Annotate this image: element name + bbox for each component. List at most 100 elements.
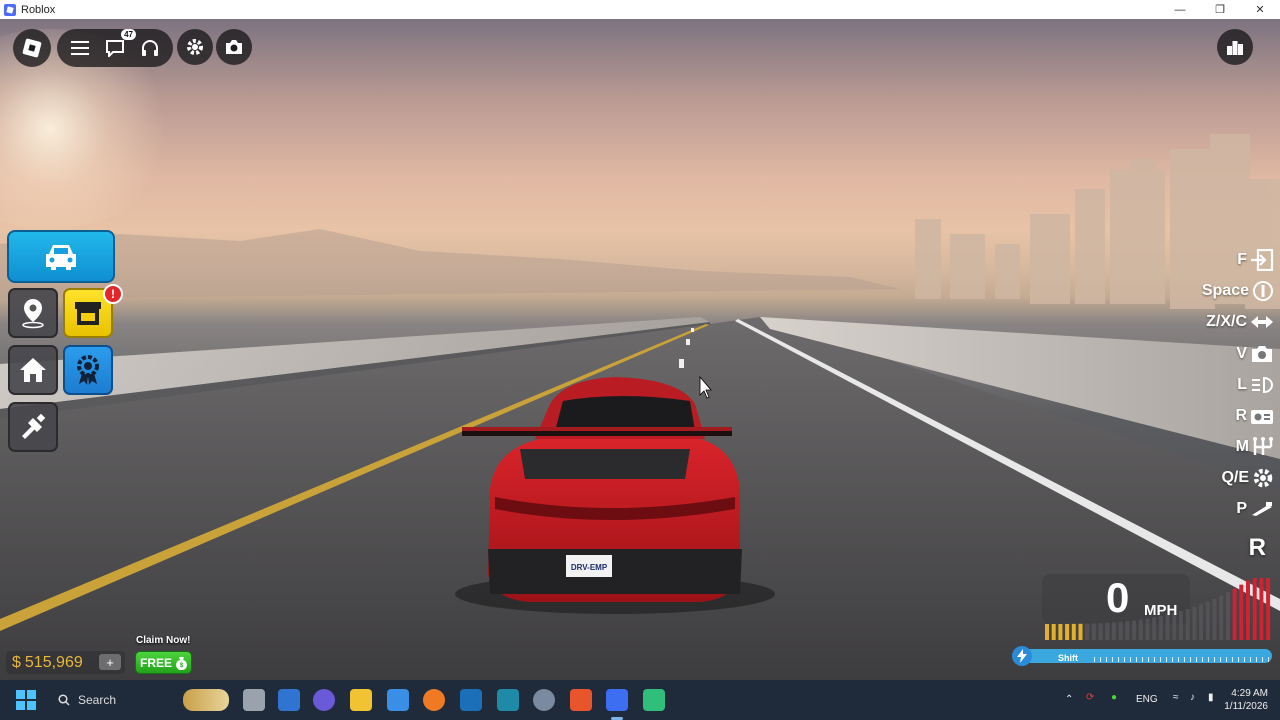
- keyhint-radio: R: [1235, 404, 1274, 428]
- radio-icon: [1251, 410, 1273, 424]
- rpm-bar: [1212, 598, 1217, 640]
- window-controls: — ❐ ✕: [1160, 0, 1280, 19]
- sync-icon[interactable]: ⟳: [1086, 692, 1094, 703]
- chevron-up-icon[interactable]: ⌃: [1065, 694, 1073, 705]
- rewards-badge-icon: [77, 355, 99, 385]
- add-cash-button[interactable]: +: [99, 654, 121, 670]
- window-title: Roblox: [21, 3, 56, 16]
- rpm-bar: [1051, 623, 1056, 640]
- leaderboard-button[interactable]: [1217, 29, 1253, 65]
- rpm-bar: [1058, 623, 1063, 640]
- clock-time: 4:29 AM: [1231, 688, 1268, 699]
- keyhint-key: M: [1235, 438, 1249, 455]
- cash-display: $ 515,969 +: [6, 651, 125, 674]
- rpm-bar: [1105, 622, 1110, 640]
- minimize-icon[interactable]: —: [1160, 0, 1200, 19]
- roblox-menu-button[interactable]: [13, 29, 51, 67]
- close-icon[interactable]: ✕: [1240, 0, 1280, 19]
- roblox-icon[interactable]: [606, 689, 628, 711]
- speed-value: 0: [1106, 574, 1130, 621]
- firefox-icon[interactable]: [423, 689, 445, 711]
- location-button[interactable]: [8, 288, 58, 338]
- rpm-bar: [1071, 623, 1076, 640]
- rpm-bar: [1112, 622, 1116, 640]
- customize-button[interactable]: [8, 402, 58, 452]
- top-menu-pill: 47: [57, 29, 173, 67]
- free-label: FREE: [140, 655, 173, 670]
- handbrake-icon: [1252, 502, 1272, 516]
- app-book-icon[interactable]: [497, 689, 519, 711]
- brake-icon: [1253, 281, 1273, 301]
- rpm-bar: [1085, 623, 1090, 640]
- rpm-bar: [1118, 621, 1123, 640]
- windows-start-icon[interactable]: [16, 690, 36, 710]
- screenshot-button[interactable]: [216, 29, 252, 65]
- game-viewport[interactable]: DRV-EMP 47 ! F Space Z/X/C V L R M Q/E P…: [0, 19, 1280, 680]
- rpm-bar: [1065, 623, 1070, 640]
- shop-button[interactable]: !: [63, 284, 123, 338]
- clock-date: 1/11/2026: [1224, 701, 1268, 712]
- speed-unit: MPH: [1144, 602, 1178, 619]
- boost-bar: Shift: [1012, 646, 1272, 666]
- taskbar-search[interactable]: Search: [48, 686, 168, 714]
- settings-gear-icon[interactable]: [533, 689, 555, 711]
- rpm-bar: [1158, 616, 1163, 640]
- settings-button[interactable]: [177, 29, 213, 65]
- free-claim-button[interactable]: FREE $: [135, 651, 192, 674]
- microsoft-store-icon[interactable]: [387, 689, 409, 711]
- hamburger-menu-icon[interactable]: [67, 35, 93, 61]
- rpm-bar: [1232, 588, 1237, 640]
- rpm-bar: [1252, 578, 1257, 640]
- mountains: [0, 229, 900, 299]
- keyhint-key: P: [1236, 500, 1247, 517]
- boost-track: Shift: [1024, 649, 1272, 663]
- indicator-arrows-icon: [1251, 316, 1273, 328]
- spawn-vehicle-button[interactable]: [7, 230, 115, 283]
- keyhint-key: Z/X/C: [1206, 313, 1247, 330]
- rewards-button[interactable]: [63, 345, 113, 395]
- cash-balance: 515,969: [24, 653, 83, 671]
- rpm-bar: [1259, 578, 1264, 640]
- rpm-bar: [1145, 618, 1150, 640]
- wifi-icon[interactable]: ≈: [1173, 692, 1179, 703]
- rpm-bar: [1132, 620, 1137, 640]
- task-view-icon[interactable]: [243, 689, 265, 711]
- exit-vehicle-icon: [1251, 249, 1274, 271]
- lightning-icon: [1012, 646, 1032, 666]
- roblox-studio-icon[interactable]: [643, 689, 665, 711]
- rpm-bar: [1239, 584, 1244, 640]
- rpm-bar: [1091, 623, 1096, 640]
- rpm-bar: [1205, 601, 1210, 640]
- discord-icon[interactable]: [313, 689, 335, 711]
- manual-gearbox-icon: [1253, 437, 1273, 455]
- home-button[interactable]: [8, 345, 58, 395]
- search-icon: [58, 694, 70, 706]
- file-explorer-icon[interactable]: [350, 689, 372, 711]
- taskbar-clock[interactable]: 4:29 AM 1/11/2026: [1208, 687, 1268, 713]
- keyhint-key: R: [1235, 407, 1247, 424]
- rpm-bar: [1192, 606, 1197, 640]
- language-indicator[interactable]: ENG: [1136, 694, 1158, 705]
- keyhint-handbrake: P: [1236, 497, 1274, 521]
- voice-headset-icon[interactable]: [137, 35, 163, 61]
- keyhint-lights: L: [1237, 373, 1274, 397]
- location-pin-icon: [22, 299, 44, 329]
- roblox-app-icon: [4, 3, 16, 16]
- chat-icon[interactable]: 47: [102, 29, 136, 61]
- rpm-bar: [1266, 578, 1271, 640]
- app-shield-icon[interactable]: [460, 689, 482, 711]
- keyhint-key: V: [1236, 345, 1247, 362]
- edge-icon[interactable]: [278, 689, 300, 711]
- vehicle-icon: [46, 244, 76, 270]
- keyhint-key: F: [1237, 251, 1247, 268]
- boost-ticks: [1094, 657, 1272, 662]
- microphone-icon[interactable]: ●: [1111, 692, 1117, 703]
- rpm-bar: [1179, 611, 1183, 640]
- volume-icon[interactable]: ♪: [1190, 692, 1195, 703]
- system-tray: ⌃ ⟳ ● ENG ≈ ♪ ▮ 4:29 AM 1/11/2026: [1065, 680, 1268, 720]
- shop-icon: [75, 302, 101, 325]
- rpm-bar: [1138, 619, 1143, 640]
- brave-icon[interactable]: [570, 689, 592, 711]
- widgets-icon[interactable]: [183, 689, 229, 711]
- restore-icon[interactable]: ❐: [1200, 0, 1240, 19]
